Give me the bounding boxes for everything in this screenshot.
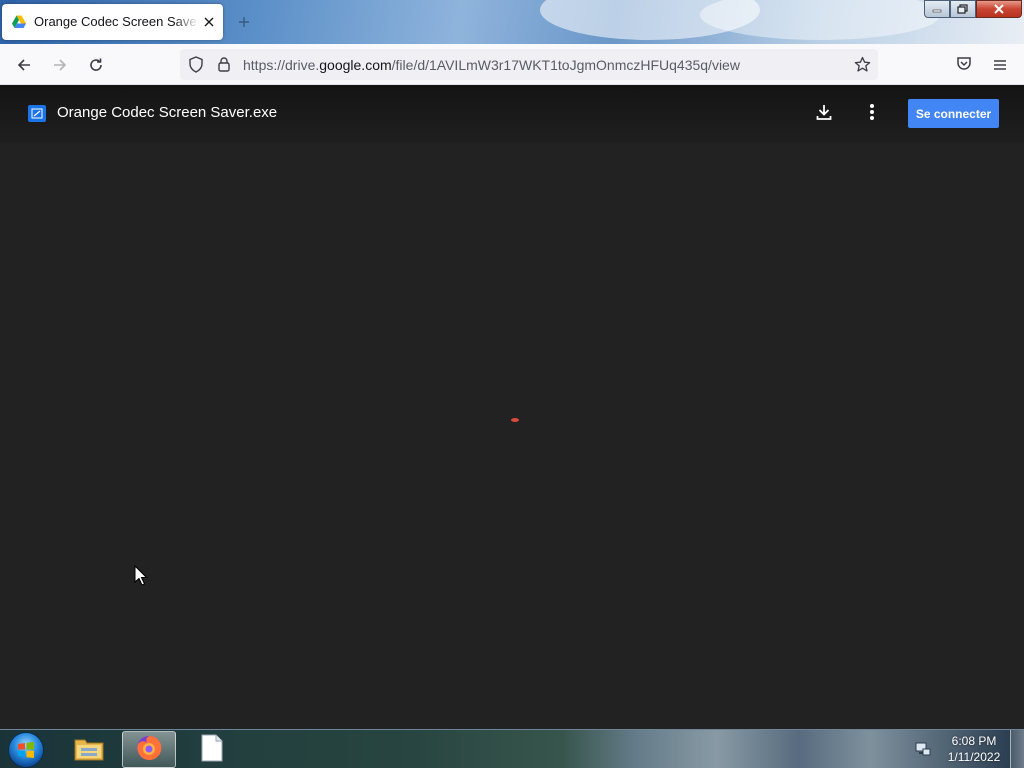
tracking-protection-shield-icon[interactable] (188, 56, 204, 77)
more-vert-icon (869, 103, 875, 125)
tab-title: Orange Codec Screen Saver.exe (34, 14, 199, 29)
start-button[interactable] (6, 731, 46, 768)
mouse-cursor-icon (134, 564, 148, 587)
download-icon (815, 103, 833, 125)
show-desktop-button[interactable] (1010, 730, 1024, 768)
close-window-button[interactable] (976, 0, 1022, 18)
taskbar-document[interactable] (185, 731, 239, 768)
document-icon (200, 734, 224, 766)
forward-button[interactable] (46, 52, 74, 78)
window-controls (924, 0, 1022, 20)
clock-date: 1/11/2022 (947, 750, 1001, 764)
network-tray-icon[interactable] (914, 740, 932, 758)
back-button[interactable] (10, 52, 38, 78)
executable-file-icon (28, 105, 46, 122)
clock-time: 6:08 PM (951, 734, 997, 748)
download-button[interactable] (809, 99, 839, 129)
google-drive-icon (11, 14, 27, 30)
hamburger-menu-icon (993, 56, 1007, 75)
address-bar[interactable]: https://drive.google.com/file/d/1AVILmW3… (180, 49, 878, 80)
loading-spinner (511, 418, 519, 422)
app-menu-button[interactable] (986, 52, 1014, 78)
bookmark-star-icon[interactable] (854, 56, 871, 77)
url-host: google.com (319, 57, 392, 73)
wallpaper-cloud (700, 0, 940, 40)
reload-button[interactable] (82, 52, 110, 78)
new-tab-button[interactable] (234, 12, 254, 32)
url-path: /file/d/1AVILmW3r17WKT1toJgmOnmczHFUq435… (391, 57, 740, 73)
viewer-header: Orange Codec Screen Saver.exe Se connect… (0, 85, 1024, 143)
system-clock[interactable]: 6:08 PM 1/11/2022 (940, 733, 1008, 765)
firefox-icon (135, 734, 163, 766)
sign-in-button[interactable]: Se connecter (908, 99, 999, 128)
taskbar-firefox[interactable] (122, 731, 176, 768)
minimize-button[interactable] (924, 0, 950, 18)
url-text[interactable]: https://drive.google.com/file/d/1AVILmW3… (243, 57, 740, 73)
more-actions-button[interactable] (857, 99, 887, 129)
browser-toolbar: https://drive.google.com/file/d/1AVILmW3… (0, 44, 1024, 85)
windows-logo-icon (8, 731, 44, 768)
file-name: Orange Codec Screen Saver.exe (57, 104, 278, 121)
file-explorer-icon (73, 734, 105, 766)
taskbar-file-explorer[interactable] (62, 731, 116, 768)
browser-tab-active[interactable]: Orange Codec Screen Saver.exe (2, 4, 223, 40)
pocket-button[interactable] (950, 52, 978, 78)
browser-tab-strip: Orange Codec Screen Saver.exe (0, 0, 1024, 44)
url-prefix: https://drive. (243, 57, 320, 73)
close-tab-icon[interactable] (201, 14, 217, 30)
windows-taskbar: 6:08 PM 1/11/2022 (0, 729, 1024, 768)
restore-button[interactable] (950, 0, 976, 18)
drive-file-viewer: Orange Codec Screen Saver.exe Se connect… (0, 85, 1024, 729)
lock-icon[interactable] (217, 56, 231, 76)
pocket-icon (956, 56, 972, 75)
